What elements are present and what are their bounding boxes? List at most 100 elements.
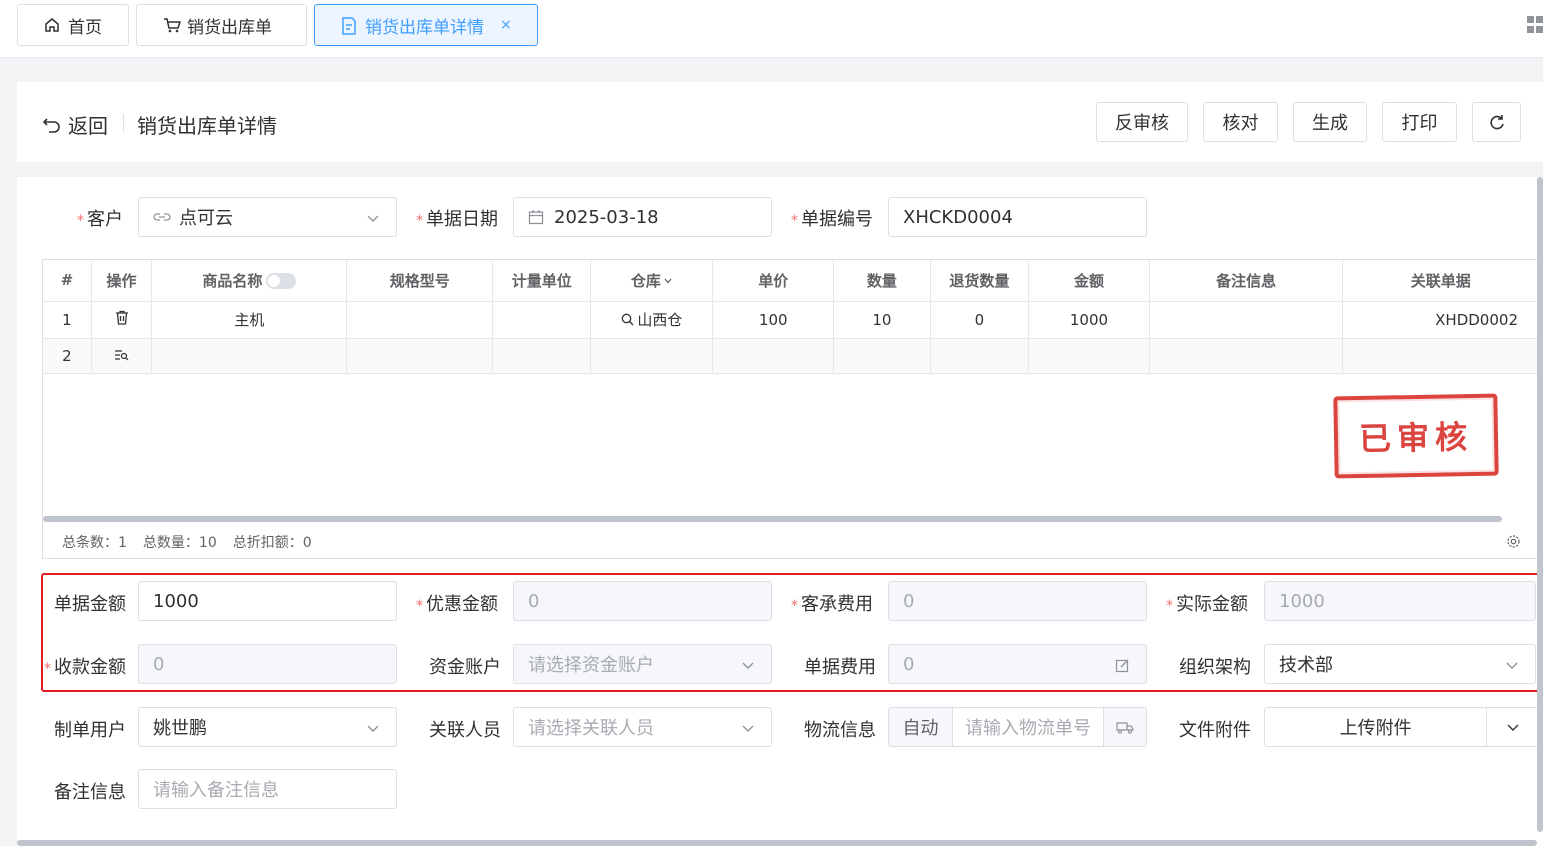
delete-action[interactable] [91, 301, 153, 339]
col-return-qty: 退货数量 [930, 260, 1029, 302]
table-row: 1 主机 山西仓 100 10 0 1000 XHDD0002 [43, 301, 1539, 339]
upload-attachment-button[interactable]: 上传附件 [1265, 714, 1486, 740]
chevron-down-icon [664, 278, 672, 284]
logistics-input[interactable]: 请输入物流单号 [952, 707, 1104, 747]
col-index: # [43, 260, 92, 302]
cell-return-qty [930, 338, 1029, 374]
customer-select[interactable]: 点可云 [138, 197, 397, 237]
col-price: 单价 [712, 260, 835, 302]
upload-attachment-group: 上传附件 [1264, 707, 1539, 747]
cell-qty[interactable] [833, 338, 931, 374]
search-icon [622, 313, 634, 326]
doc-fee-label: 单据费用 [804, 657, 876, 678]
chevron-down-icon [367, 215, 379, 222]
tab-home[interactable]: 首页 [17, 4, 129, 46]
chevron-down-icon [367, 725, 379, 732]
cell-product-name[interactable] [151, 338, 348, 374]
col-product-name: 商品名称 [151, 260, 348, 302]
chevron-down-icon [742, 725, 754, 732]
doc-amount-label: 单据金额 [54, 594, 126, 615]
grid-menu-icon[interactable] [1527, 16, 1543, 34]
back-label: 返回 [68, 114, 108, 138]
actual-amount-label: * 实际金额 [1166, 594, 1248, 615]
creator-select[interactable]: 姚世鹏 [138, 707, 397, 747]
summary-total-rows: 总条数：1 [62, 535, 127, 551]
cell-product-name[interactable]: 主机 [151, 301, 348, 339]
col-qty: 数量 [833, 260, 931, 302]
number-value: XHCKD0004 [903, 206, 1013, 228]
cell-related: XHDD0002 [1342, 301, 1539, 339]
close-icon[interactable]: × [500, 17, 512, 33]
settings-gear-icon[interactable] [1506, 534, 1521, 549]
tab-sales-outbound-detail[interactable]: 销货出库单详情 × [314, 4, 538, 46]
col-remark: 备注信息 [1149, 260, 1344, 302]
col-warehouse[interactable]: 仓库 [590, 260, 714, 302]
logistics-label: 物流信息 [804, 720, 876, 741]
received-label: * 收款金额 [44, 657, 126, 678]
doc-fee-input[interactable]: 0 [888, 644, 1147, 684]
customer-fee-input: 0 [888, 581, 1147, 621]
table-horizontal-scrollbar[interactable] [43, 516, 1502, 522]
cell-spec [346, 338, 494, 374]
cell-amount: 1000 [1028, 301, 1150, 339]
link-icon [153, 213, 171, 221]
account-label: 资金账户 [429, 657, 501, 678]
check-button[interactable]: 核对 [1203, 102, 1278, 142]
edit-icon[interactable] [1115, 658, 1130, 673]
discount-label: * 优惠金额 [416, 594, 498, 615]
cell-return-qty: 0 [930, 301, 1029, 339]
page-horizontal-scrollbar[interactable] [17, 840, 1537, 846]
cell-price[interactable] [712, 338, 835, 374]
attachment-label: 文件附件 [1179, 720, 1251, 741]
trash-icon[interactable] [115, 310, 129, 325]
cell-remark[interactable] [1149, 301, 1344, 339]
cell-warehouse[interactable] [590, 338, 714, 374]
list-search-icon[interactable] [114, 349, 129, 361]
refresh-button[interactable] [1472, 102, 1521, 142]
logistics-auto-prefix[interactable]: 自动 [888, 707, 953, 747]
tab-home-label: 首页 [68, 17, 102, 38]
product-name-toggle[interactable] [266, 273, 297, 290]
received-input: 0 [138, 644, 397, 684]
tab-sales-outbound[interactable]: 销货出库单 [136, 4, 307, 46]
date-picker[interactable]: 2025-03-18 [513, 197, 772, 237]
reverse-audit-button[interactable]: 反审核 [1096, 102, 1188, 142]
chevron-down-icon [1506, 662, 1518, 669]
home-icon [45, 18, 59, 32]
number-input[interactable]: XHCKD0004 [888, 197, 1147, 237]
table-summary: 总条数：1 总数量：10 总折扣额：0 [62, 532, 312, 552]
calendar-icon [528, 210, 544, 225]
refresh-icon [1489, 115, 1504, 130]
cell-spec [346, 301, 494, 339]
date-label: * 单据日期 [416, 209, 498, 230]
number-label: * 单据编号 [791, 209, 873, 230]
discount-input: 0 [513, 581, 772, 621]
remark-input[interactable]: 请输入备注信息 [138, 769, 397, 809]
logistics-truck-button[interactable] [1103, 707, 1147, 747]
vertical-scrollbar[interactable] [1537, 177, 1543, 832]
items-table: # 操作 商品名称 规格型号 计量单位 仓库 单价 数量 退货数量 金额 备注信… [42, 259, 1539, 559]
back-button[interactable]: 返回 [42, 110, 108, 139]
account-select[interactable]: 请选择资金账户 [513, 644, 772, 684]
generate-button[interactable]: 生成 [1293, 102, 1367, 142]
chevron-down-icon [742, 662, 754, 669]
audited-stamp: 已审核 [1333, 393, 1499, 479]
cell-remark[interactable] [1149, 338, 1344, 374]
summary-total-qty: 总数量：10 [142, 535, 217, 551]
remark-label: 备注信息 [54, 782, 126, 803]
select-product-action[interactable] [91, 338, 153, 374]
document-icon [342, 17, 356, 35]
cell-qty[interactable]: 10 [833, 301, 931, 339]
org-select[interactable]: 技术部 [1264, 644, 1536, 684]
print-button[interactable]: 打印 [1382, 102, 1457, 142]
upload-dropdown-button[interactable] [1486, 708, 1538, 746]
related-person-select[interactable]: 请选择关联人员 [513, 707, 772, 747]
cell-price[interactable]: 100 [712, 301, 835, 339]
page-title: 销货出库单详情 [137, 114, 277, 138]
cell-amount [1028, 338, 1150, 374]
tab-sales-outbound-label: 销货出库单 [187, 17, 272, 38]
col-spec: 规格型号 [346, 260, 494, 302]
header-divider [123, 114, 124, 132]
doc-amount-input[interactable]: 1000 [138, 581, 397, 621]
cell-warehouse[interactable]: 山西仓 [590, 301, 714, 339]
